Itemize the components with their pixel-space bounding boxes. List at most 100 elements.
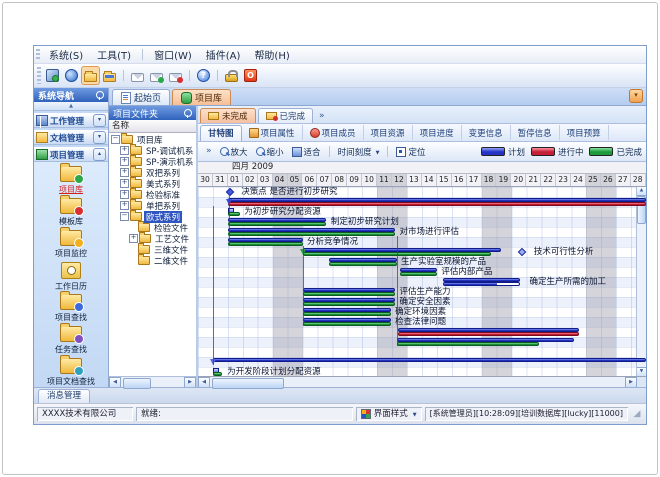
tree-expander-icon[interactable]: + bbox=[120, 168, 129, 177]
sidebar-panel-1[interactable]: 文档管理 bbox=[34, 130, 108, 145]
gantt-bar-status[interactable] bbox=[329, 262, 396, 266]
gantt-bar-progress[interactable] bbox=[443, 282, 521, 286]
view-tab-1[interactable]: 项目属性 bbox=[242, 125, 303, 140]
gantt-tool-2[interactable]: 适合 bbox=[288, 144, 325, 159]
tree-node-3[interactable]: +双把系列 bbox=[109, 167, 196, 178]
tree-node-5[interactable]: +检验标准 bbox=[109, 189, 196, 200]
menu-item-5[interactable]: 帮助(H) bbox=[247, 46, 296, 63]
tree-expander-icon[interactable]: + bbox=[120, 190, 129, 199]
toolbar-drag-handle[interactable] bbox=[37, 67, 41, 83]
tree-node-2[interactable]: +SP-演示机系 bbox=[109, 156, 196, 167]
interface-style-dropdown[interactable]: 界面样式 bbox=[356, 407, 422, 421]
toolbar-drag-handle[interactable] bbox=[36, 49, 40, 61]
tab-options-button[interactable]: ▾ bbox=[629, 89, 643, 103]
mail-accept-icon[interactable] bbox=[148, 67, 165, 84]
gantt-bar-status[interactable] bbox=[400, 272, 437, 276]
sidebar-panel-0[interactable]: 工作管理 bbox=[34, 113, 108, 128]
menu-item-1[interactable]: 工具(T) bbox=[90, 46, 138, 63]
sidebar-item-3[interactable]: 工作日历 bbox=[34, 261, 108, 293]
monitor-icon[interactable] bbox=[44, 67, 61, 84]
tree-expander-icon[interactable]: + bbox=[129, 234, 138, 243]
sidebar-item-2[interactable]: 项目监控 bbox=[34, 229, 108, 261]
gantt-bar-status[interactable] bbox=[213, 372, 222, 376]
pin-icon[interactable] bbox=[184, 109, 192, 117]
resize-grip[interactable] bbox=[631, 407, 643, 421]
tree-node-9[interactable]: +工艺文件 bbox=[109, 233, 196, 244]
view-tab-6[interactable]: 暂停信息 bbox=[511, 125, 560, 140]
chevron-down-icon[interactable] bbox=[93, 131, 106, 144]
view-tab-0[interactable]: 甘特图 bbox=[200, 125, 242, 141]
chevron-down-icon[interactable] bbox=[93, 114, 106, 127]
sidebar-item-6[interactable]: 项目文档查找 bbox=[34, 357, 108, 387]
folder-window-icon[interactable] bbox=[101, 67, 118, 84]
gantt-bar-status[interactable] bbox=[228, 212, 240, 216]
chevron-up-icon[interactable] bbox=[93, 148, 106, 161]
gantt-bar-status[interactable] bbox=[228, 222, 327, 226]
gantt-tool-0[interactable]: 放大 bbox=[216, 144, 252, 159]
gantt-bar-plan[interactable] bbox=[213, 358, 646, 362]
tree-expander-icon[interactable]: + bbox=[120, 179, 129, 188]
view-tab-2[interactable]: 项目成员 bbox=[303, 125, 364, 140]
tree-expander-icon[interactable]: + bbox=[120, 201, 129, 210]
sidebar-panel-project[interactable]: 项目管理 bbox=[34, 147, 108, 162]
gantt-horizontal-scrollbar[interactable]: ◀ ▶ bbox=[198, 376, 646, 387]
gantt-bar-status[interactable] bbox=[228, 232, 395, 236]
tree-node-1[interactable]: +SP-调试机系 bbox=[109, 145, 196, 156]
milestone-diamond-icon[interactable] bbox=[226, 188, 234, 196]
tree-node-10[interactable]: 三维文件 bbox=[109, 244, 196, 255]
milestone-diamond-icon[interactable] bbox=[518, 248, 526, 256]
tree-node-7[interactable]: −欧式系列 bbox=[109, 211, 196, 222]
help-icon[interactable]: ? bbox=[195, 67, 212, 84]
tree-node-8[interactable]: 检验文件 bbox=[109, 222, 196, 233]
tree-expander-icon[interactable]: + bbox=[120, 157, 129, 166]
menu-item-0[interactable]: 系统(S) bbox=[42, 46, 90, 63]
mail-icon[interactable] bbox=[129, 67, 146, 84]
scrollbar-thumb[interactable] bbox=[123, 378, 151, 389]
view-tab-4[interactable]: 项目进度 bbox=[413, 125, 462, 140]
tree-expander-icon[interactable]: + bbox=[120, 146, 129, 155]
tree-horizontal-scrollbar[interactable]: ◀ ▶ bbox=[109, 376, 196, 387]
tree-node-4[interactable]: +美式系列 bbox=[109, 178, 196, 189]
gantt-bar-status[interactable] bbox=[228, 202, 646, 206]
menu-item-3[interactable]: 窗口(W) bbox=[147, 46, 199, 63]
scroll-right-icon[interactable]: ▶ bbox=[184, 377, 196, 388]
tree-node-0[interactable]: −项目库 bbox=[109, 134, 196, 145]
gantt-tool-4[interactable]: 定位 bbox=[392, 144, 429, 159]
tab-overflow-icon[interactable]: » bbox=[315, 111, 329, 123]
gantt-bar-status[interactable] bbox=[303, 292, 396, 296]
gantt-tool-1[interactable]: 缩小 bbox=[252, 144, 288, 159]
doc-tab-1[interactable]: 项目库 bbox=[172, 89, 231, 105]
tree-expander-icon[interactable]: − bbox=[120, 212, 129, 221]
gantt-bar-status[interactable] bbox=[398, 332, 579, 336]
sidebar-item-1[interactable]: 模板库 bbox=[34, 197, 108, 229]
gantt-bar-status[interactable] bbox=[303, 312, 391, 316]
scroll-down-icon[interactable]: ▼ bbox=[637, 367, 646, 376]
sidebar-item-4[interactable]: 项目查找 bbox=[34, 293, 108, 325]
gantt-bar-status[interactable] bbox=[397, 342, 539, 346]
sidebar-scroll-up-button[interactable] bbox=[34, 102, 108, 111]
pin-icon[interactable] bbox=[96, 91, 104, 99]
scrollbar-thumb[interactable] bbox=[212, 378, 284, 389]
mail-new-icon[interactable] bbox=[167, 67, 184, 84]
gantt-bar-status[interactable] bbox=[303, 322, 391, 326]
view-tab-5[interactable]: 变更信息 bbox=[462, 125, 511, 140]
exit-icon[interactable]: O bbox=[242, 67, 259, 84]
gantt-vertical-scrollbar[interactable]: ▲ ▼ bbox=[636, 187, 646, 376]
doc-tab-0[interactable]: 起始页 bbox=[112, 89, 170, 105]
gantt-tool-3[interactable]: 时间刻度 bbox=[334, 144, 384, 159]
menu-item-4[interactable]: 插件(A) bbox=[199, 46, 248, 63]
globe-icon[interactable] bbox=[63, 67, 80, 84]
scroll-left-icon[interactable]: ◀ bbox=[198, 377, 210, 388]
sidebar-item-5[interactable]: 任务查找 bbox=[34, 325, 108, 357]
view-tab-3[interactable]: 项目资源 bbox=[364, 125, 413, 140]
tree-node-11[interactable]: 二维文件 bbox=[109, 255, 196, 266]
open-folder-icon[interactable] bbox=[82, 67, 99, 84]
status-tab-1[interactable]: 已完成 bbox=[258, 108, 314, 123]
gantt-bar-status[interactable] bbox=[228, 242, 303, 246]
status-tab-0[interactable]: 未完成 bbox=[200, 108, 256, 123]
message-manager-tab[interactable]: 消息管理 bbox=[38, 389, 90, 403]
sidebar-item-0[interactable]: 项目库 bbox=[34, 165, 108, 197]
scroll-up-icon[interactable]: ▲ bbox=[637, 187, 646, 196]
gantt-bar-status[interactable] bbox=[303, 302, 396, 306]
scroll-right-icon[interactable]: ▶ bbox=[625, 377, 637, 388]
